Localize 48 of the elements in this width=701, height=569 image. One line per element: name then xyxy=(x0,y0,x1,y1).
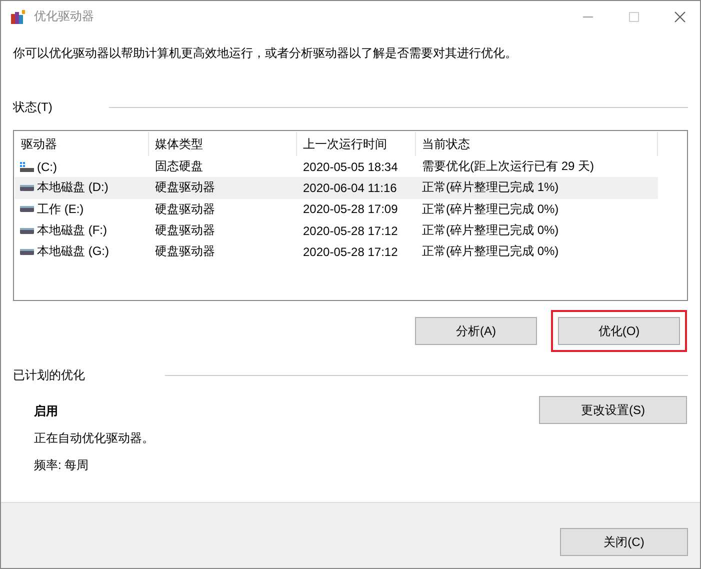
system-drive-icon xyxy=(20,162,34,172)
change-settings-button[interactable]: 更改设置(S) xyxy=(539,396,687,424)
description-text: 你可以优化驱动器以帮助计算机更高效地运行，或者分析驱动器以了解是否需要对其进行优化。 xyxy=(13,45,518,62)
table-cell-text: 固态硬盘 xyxy=(154,158,204,176)
hard-drive-icon xyxy=(20,228,34,234)
frequency-text: 频率: 每周 xyxy=(34,457,90,474)
hard-drive-icon xyxy=(20,206,34,212)
table-cell-text: 2020-05-28 17:09 xyxy=(302,202,399,216)
drive-row[interactable]: 工作 (E:) 硬盘驱动器 2020-05-28 17:09 正常(碎片整理已完成 0%) xyxy=(15,198,658,220)
table-cell-text: 硬盘驱动器 xyxy=(154,222,216,240)
app-icon xyxy=(10,8,26,24)
table-cell-text: 硬盘驱动器 xyxy=(154,200,216,218)
table-cell-text: 需要优化(距上次运行已有 29 天) xyxy=(421,158,596,176)
table-cell-text: 正常(碎片整理已完成 1%) xyxy=(421,179,560,196)
schedule-state: 启用 xyxy=(34,403,59,420)
table-cell-text: 2020-05-28 17:12 xyxy=(302,224,399,238)
table-cell-text: 硬盘驱动器 xyxy=(154,243,216,260)
column-header[interactable]: 当前状态 xyxy=(416,132,658,156)
column-header[interactable]: 媒体类型 xyxy=(149,132,297,156)
drive-row[interactable]: 本地磁盘 (F:) 硬盘驱动器 2020-05-28 17:12 正常(碎片整理已完成 0%) xyxy=(15,220,658,242)
hard-drive-icon xyxy=(20,248,34,255)
drive-name: (C:) xyxy=(37,160,57,174)
drive-name: 工作 (E:) xyxy=(37,200,84,218)
table-cell-text: 硬盘驱动器 xyxy=(154,179,216,196)
table-cell-text: 正常(碎片整理已完成 0%) xyxy=(421,200,560,218)
optimize-button[interactable]: 优化(O) xyxy=(558,317,680,345)
column-header[interactable]: 上一次运行时间 xyxy=(297,132,416,156)
drive-name: 本地磁盘 (G:) xyxy=(37,243,109,260)
schedule-description: 正在自动优化驱动器。 xyxy=(34,430,154,447)
drive-row[interactable]: 本地磁盘 (G:) 硬盘驱动器 2020-05-28 17:12 正常(碎片整理已完成 0%) xyxy=(15,241,658,262)
close-button[interactable]: 关闭(C) xyxy=(560,528,688,556)
section-label: 已计划的优化 xyxy=(13,367,86,384)
maximize-icon[interactable] xyxy=(628,10,640,22)
column-header[interactable]: 驱动器 xyxy=(15,132,149,156)
window-title: 优化驱动器 xyxy=(34,8,94,25)
section-label: 状态(T) xyxy=(13,99,54,116)
table-cell-text: 2020-05-05 18:34 xyxy=(302,160,399,174)
table-cell-text: 正常(碎片整理已完成 0%) xyxy=(421,243,560,260)
hard-drive-icon xyxy=(20,184,34,191)
drive-name: 本地磁盘 (F:) xyxy=(37,222,107,240)
drive-row[interactable]: (C:) 固态硬盘 2020-05-05 18:34 需要优化(距上次运行已有 29 天) xyxy=(15,156,658,178)
drive-name: 本地磁盘 (D:) xyxy=(37,179,108,196)
table-cell-text: 正常(碎片整理已完成 0%) xyxy=(421,222,560,240)
drive-row[interactable]: 本地磁盘 (D:) 硬盘驱动器 2020-06-04 11:16 正常(碎片整理已完成 1%) xyxy=(15,177,658,199)
table-cell-text: 2020-05-28 17:12 xyxy=(302,244,399,259)
table-cell-text: 2020-06-04 11:16 xyxy=(302,180,398,195)
close-icon[interactable] xyxy=(674,10,686,22)
analyze-button[interactable]: 分析(A) xyxy=(415,317,537,345)
